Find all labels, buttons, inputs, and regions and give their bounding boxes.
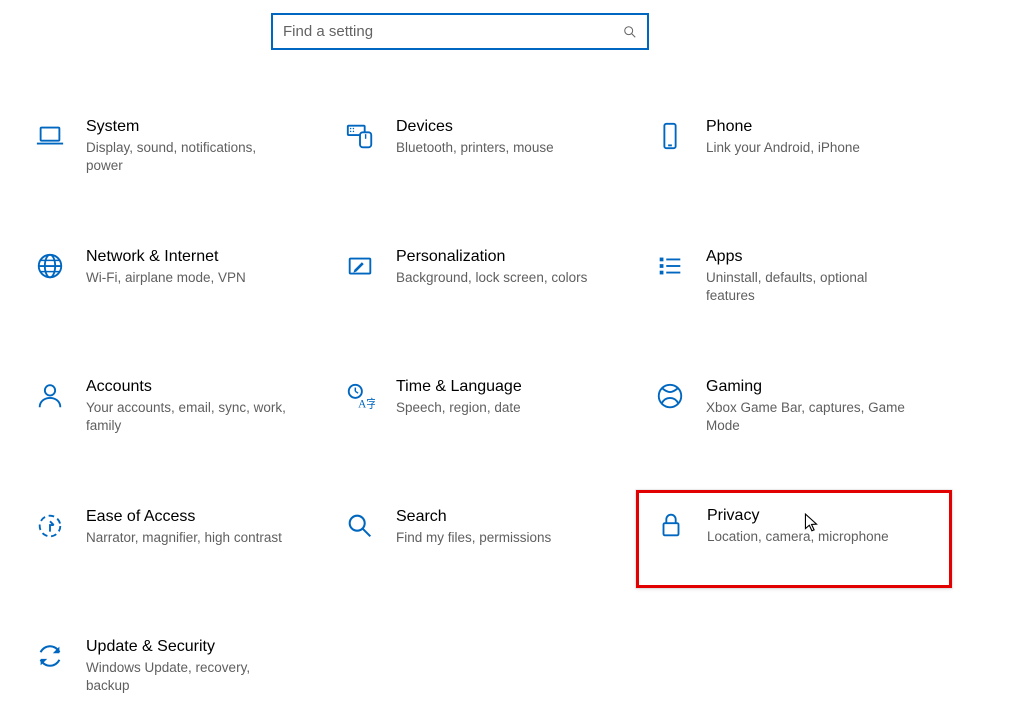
settings-item-desc: Your accounts, email, sync, work, family (86, 399, 286, 434)
svg-text:A字: A字 (358, 396, 375, 410)
settings-item-desc: Bluetooth, printers, mouse (396, 139, 554, 157)
settings-item-desc: Wi-Fi, airplane mode, VPN (86, 269, 246, 287)
settings-item-desc: Display, sound, notifications, power (86, 139, 286, 174)
settings-item-desc: Location, camera, microphone (707, 528, 889, 546)
settings-item-personalization[interactable]: Personalization Background, lock screen,… (334, 242, 634, 316)
settings-item-network[interactable]: Network & Internet Wi-Fi, airplane mode,… (24, 242, 324, 316)
settings-item-search[interactable]: Search Find my files, permissions (334, 502, 634, 576)
settings-item-title: Network & Internet (86, 248, 246, 266)
xbox-icon (652, 378, 688, 414)
magnifier-icon (342, 508, 378, 544)
settings-item-title: Gaming (706, 378, 906, 396)
settings-item-title: Search (396, 508, 551, 526)
settings-item-title: Ease of Access (86, 508, 282, 526)
list-icon (652, 248, 688, 284)
laptop-icon (32, 118, 68, 154)
settings-item-privacy[interactable]: Privacy Location, camera, microphone (636, 490, 952, 588)
settings-item-phone[interactable]: Phone Link your Android, iPhone (644, 112, 944, 186)
settings-item-desc: Uninstall, defaults, optional features (706, 269, 906, 304)
settings-item-ease-of-access[interactable]: Ease of Access Narrator, magnifier, high… (24, 502, 324, 576)
settings-item-title: Time & Language (396, 378, 522, 396)
settings-item-desc: Speech, region, date (396, 399, 522, 417)
paintbrush-icon (342, 248, 378, 284)
sync-icon (32, 638, 68, 674)
settings-grid: System Display, sound, notifications, po… (24, 112, 984, 706)
settings-item-desc: Windows Update, recovery, backup (86, 659, 286, 694)
settings-item-title: Privacy (707, 507, 889, 525)
search-icon (623, 25, 637, 39)
phone-icon (652, 118, 688, 154)
settings-item-title: Personalization (396, 248, 587, 266)
ease-of-access-icon (32, 508, 68, 544)
search-input[interactable] (283, 23, 623, 40)
settings-item-update-security[interactable]: Update & Security Windows Update, recove… (24, 632, 324, 706)
person-icon (32, 378, 68, 414)
search-box[interactable] (271, 13, 649, 50)
devices-icon (342, 118, 378, 154)
settings-item-desc: Find my files, permissions (396, 529, 551, 547)
settings-item-accounts[interactable]: Accounts Your accounts, email, sync, wor… (24, 372, 324, 446)
settings-item-title: Phone (706, 118, 860, 136)
settings-item-desc: Link your Android, iPhone (706, 139, 860, 157)
settings-item-desc: Narrator, magnifier, high contrast (86, 529, 282, 547)
settings-item-apps[interactable]: Apps Uninstall, defaults, optional featu… (644, 242, 944, 316)
settings-item-title: Apps (706, 248, 906, 266)
settings-item-system[interactable]: System Display, sound, notifications, po… (24, 112, 324, 186)
cursor-icon (804, 513, 818, 533)
settings-item-title: Devices (396, 118, 554, 136)
time-language-icon: A字 (342, 378, 378, 414)
globe-icon (32, 248, 68, 284)
settings-item-desc: Background, lock screen, colors (396, 269, 587, 287)
settings-item-gaming[interactable]: Gaming Xbox Game Bar, captures, Game Mod… (644, 372, 944, 446)
settings-item-devices[interactable]: Devices Bluetooth, printers, mouse (334, 112, 634, 186)
settings-item-title: Accounts (86, 378, 286, 396)
settings-item-desc: Xbox Game Bar, captures, Game Mode (706, 399, 906, 434)
settings-item-title: Update & Security (86, 638, 286, 656)
settings-item-time-language[interactable]: A字 Time & Language Speech, region, date (334, 372, 634, 446)
lock-icon (653, 507, 689, 543)
settings-item-title: System (86, 118, 286, 136)
